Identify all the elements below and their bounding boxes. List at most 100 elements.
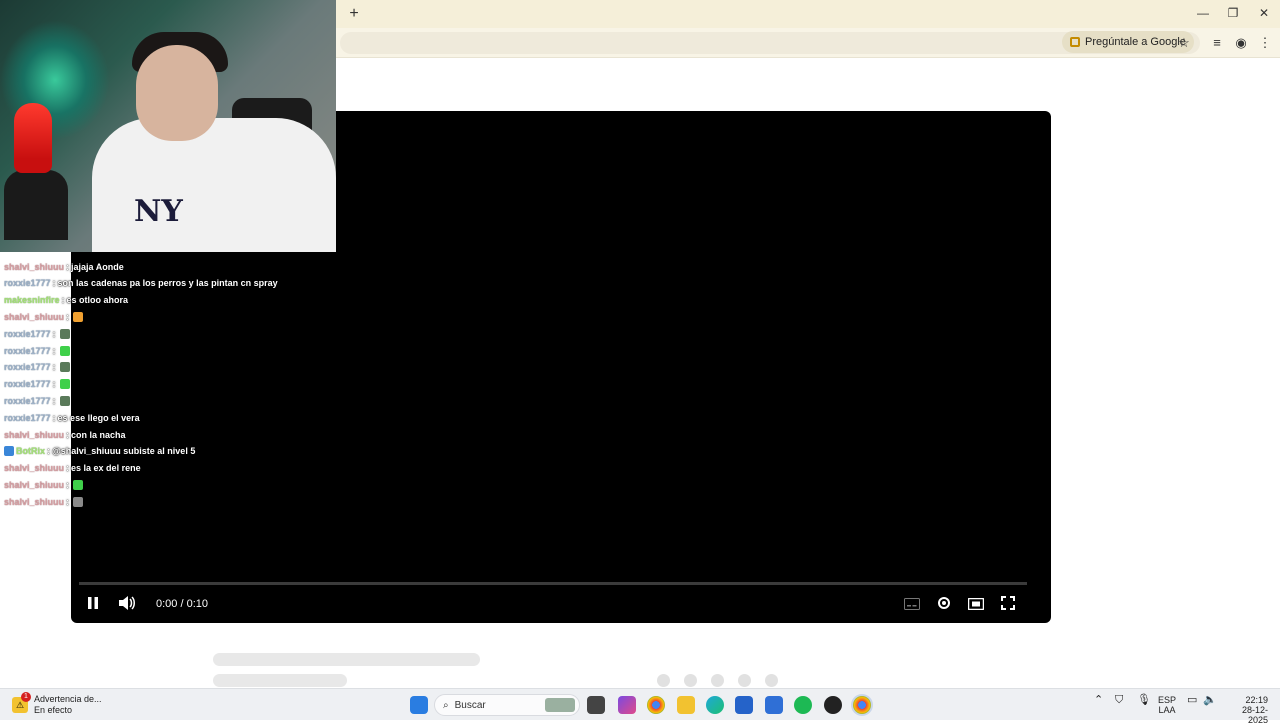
chat-username[interactable]: roxxie1777 xyxy=(4,329,51,339)
edge-icon[interactable] xyxy=(706,696,724,714)
speaker-icon[interactable]: 🔈 xyxy=(1203,695,1217,706)
taskbar: ⚠ 1 Advertencia de... En efecto ⌕ Buscar… xyxy=(0,688,1280,725)
chat-separator: : xyxy=(52,328,56,339)
progress-bar[interactable] xyxy=(79,582,1027,585)
tray-chevron-icon[interactable]: ⌃ xyxy=(1094,695,1103,706)
chat-separator: : xyxy=(66,261,70,272)
chat-separator: : xyxy=(66,311,70,322)
chat-emote-icon xyxy=(73,496,84,507)
close-window-button[interactable]: ✕ xyxy=(1253,4,1275,22)
language-top: ESP xyxy=(1158,695,1177,705)
chat-message: roxxie1777: xyxy=(4,392,70,409)
chat-message: shalvi_shiuuu: es la ex del rene xyxy=(4,460,141,477)
minimize-button[interactable]: — xyxy=(1192,4,1214,22)
chat-text: es otloo ahora xyxy=(66,295,129,306)
microphone-icon[interactable]: 🎙 xyxy=(1137,695,1151,706)
warning-icon: ⚠ 1 xyxy=(12,692,31,713)
chat-text: con la nacha xyxy=(71,429,126,440)
loading-dot xyxy=(711,674,724,687)
captions-button[interactable] xyxy=(901,595,923,617)
settings-button[interactable] xyxy=(933,595,955,617)
chat-message: roxxie1777: es ese llego el vera xyxy=(4,409,140,426)
webcam-overlay: NY xyxy=(0,0,336,252)
notification-badge: 1 xyxy=(21,692,31,702)
streamer-body xyxy=(92,118,336,252)
chrome-active-icon[interactable] xyxy=(853,696,871,714)
chat-message: makesninfire: es otloo ahora xyxy=(4,292,128,309)
streamer-face xyxy=(136,45,218,141)
gear-icon xyxy=(938,597,950,609)
spotify-icon[interactable] xyxy=(794,696,812,714)
chat-username[interactable]: roxxie1777 xyxy=(4,362,51,372)
chat-username[interactable]: shalvi_shiuuu xyxy=(4,480,64,490)
clock[interactable]: 22:19 28-12-2025 xyxy=(1224,695,1268,725)
store-icon[interactable] xyxy=(735,696,753,714)
volume-button[interactable] xyxy=(116,595,138,617)
chat-username[interactable]: shalvi_shiuuu xyxy=(4,430,64,440)
chat-message: roxxie1777: xyxy=(4,359,70,376)
ask-google-label: Pregúntale a Google xyxy=(1085,36,1186,48)
chrome-icon[interactable] xyxy=(647,696,665,714)
notification-subtitle: En efecto xyxy=(34,705,73,715)
pause-button[interactable] xyxy=(82,595,104,617)
chat-username[interactable]: roxxie1777 xyxy=(4,278,51,288)
captions-icon xyxy=(904,598,920,610)
notification-title: Advertencia de... xyxy=(34,694,102,704)
chat-message: shalvi_shiuuu: jajaja Aonde xyxy=(4,258,124,275)
chat-emote-icon xyxy=(59,362,70,373)
language-indicator[interactable]: ESP LAA xyxy=(1158,695,1176,715)
chat-username[interactable]: shalvi_shiuuu xyxy=(4,262,64,272)
new-tab-button[interactable]: + xyxy=(345,5,363,23)
network-shield-icon[interactable]: ⛉ xyxy=(1115,695,1123,706)
chat-username[interactable]: shalvi_shiuuu xyxy=(4,312,64,322)
chat-emote-icon xyxy=(59,379,70,390)
recording-app-icon[interactable] xyxy=(824,696,842,714)
pause-icon xyxy=(88,597,98,609)
chat-username[interactable]: BotRix xyxy=(16,446,45,456)
chat-username[interactable]: roxxie1777 xyxy=(4,413,51,423)
reading-list-icon[interactable]: ≡ xyxy=(1207,33,1227,53)
start-button[interactable] xyxy=(410,696,428,714)
display-icon[interactable]: ▭ xyxy=(1187,695,1197,706)
chat-username[interactable]: shalvi_shiuuu xyxy=(4,463,64,473)
chat-message: shalvi_shiuuu: xyxy=(4,493,84,510)
copilot-icon[interactable] xyxy=(618,696,636,714)
task-view-icon[interactable] xyxy=(587,696,605,714)
time-display: 0:00 / 0:10 xyxy=(156,598,208,610)
chat-username[interactable]: shalvi_shiuuu xyxy=(4,497,64,507)
notification-widget[interactable]: ⚠ 1 Advertencia de... En efecto xyxy=(12,692,102,716)
chat-separator: : xyxy=(52,362,56,373)
chat-message: shalvi_shiuuu: xyxy=(4,308,84,325)
loading-dot xyxy=(657,674,670,687)
menu-kebab-icon[interactable]: ⋮ xyxy=(1255,33,1275,53)
chat-message: roxxie1777: xyxy=(4,342,70,359)
chat-username[interactable]: makesninfire xyxy=(4,295,60,305)
bookmark-star-icon[interactable]: ☆ xyxy=(1174,33,1194,53)
chat-text: @shalvi_shiuuu subiste al nivel 5 xyxy=(52,446,196,457)
fullscreen-button[interactable] xyxy=(997,595,1019,617)
fullscreen-icon xyxy=(1001,596,1015,610)
microphone xyxy=(14,103,52,173)
file-explorer-icon[interactable] xyxy=(677,696,695,714)
chat-username[interactable]: roxxie1777 xyxy=(4,396,51,406)
search-icon: ⌕ xyxy=(443,699,449,711)
chat-emote-icon xyxy=(73,479,84,490)
outlook-icon[interactable] xyxy=(765,696,783,714)
chat-text: son las cadenas pa los perros y las pint… xyxy=(57,278,278,289)
theater-mode-button[interactable] xyxy=(965,595,987,617)
chat-separator: : xyxy=(66,429,70,440)
clock-date: 28-12-2025 xyxy=(1241,705,1268,725)
chat-message: shalvi_shiuuu: xyxy=(4,476,84,493)
lens-icon xyxy=(1070,37,1080,47)
restore-button[interactable]: ❐ xyxy=(1222,4,1244,22)
chat-username[interactable]: roxxie1777 xyxy=(4,379,51,389)
chat-username[interactable]: roxxie1777 xyxy=(4,346,51,356)
title-skeleton xyxy=(213,653,480,666)
taskbar-search[interactable]: ⌕ Buscar xyxy=(434,694,580,716)
bot-badge-icon xyxy=(4,446,14,457)
chat-message: roxxie1777: son las cadenas pa los perros… xyxy=(4,275,278,292)
search-highlight-icon xyxy=(545,698,575,712)
chat-message: roxxie1777: xyxy=(4,325,70,342)
chat-separator: : xyxy=(47,446,50,457)
profile-icon[interactable]: ◉ xyxy=(1231,33,1251,53)
